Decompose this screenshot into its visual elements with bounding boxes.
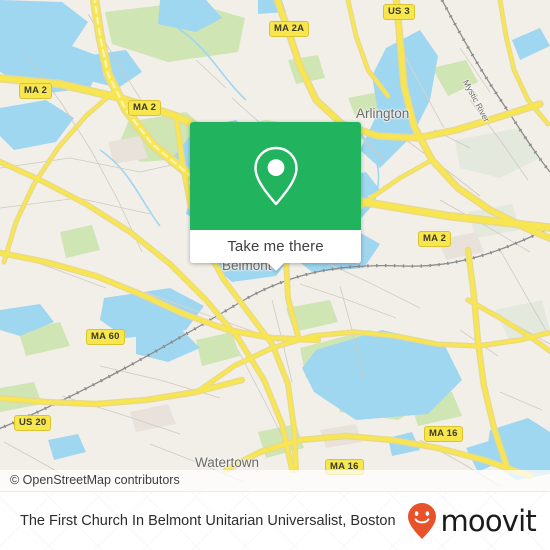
location-pin-icon xyxy=(253,146,298,206)
moovit-smiley-pin-icon xyxy=(408,503,437,539)
road-shield: MA 60 xyxy=(86,329,125,345)
osm-attribution[interactable]: © OpenStreetMap contributors xyxy=(0,470,550,491)
footer-bar: The First Church In Belmont Unitarian Un… xyxy=(0,491,550,550)
road-shield: MA 2 xyxy=(128,100,162,116)
moovit-wordmark: moovit xyxy=(440,503,536,538)
road-shield: MA 16 xyxy=(424,426,463,442)
callout-icon-area xyxy=(190,122,361,230)
road-shield: MA 2 xyxy=(19,83,53,99)
moovit-map-screenshot: .w { fill:#9fd6f0; } .gr { fill:#cfe5b4;… xyxy=(0,0,550,550)
road-shield: US 3 xyxy=(383,4,415,20)
destination-callout-card[interactable]: Take me there xyxy=(190,122,361,271)
road-shield: US 20 xyxy=(14,415,52,431)
road-shield: MA 2A xyxy=(269,21,310,37)
place-label-arlington: Arlington xyxy=(356,106,410,121)
place-label-watertown: Watertown xyxy=(195,455,260,470)
page-title: The First Church In Belmont Unitarian Un… xyxy=(20,513,396,529)
take-me-there-label: Take me there xyxy=(227,238,324,255)
callout-action-area[interactable]: Take me there xyxy=(190,230,361,271)
moovit-logo[interactable]: moovit xyxy=(407,502,537,540)
callout-pointer-tail xyxy=(266,262,285,271)
road-shield: MA 2 xyxy=(418,231,452,247)
